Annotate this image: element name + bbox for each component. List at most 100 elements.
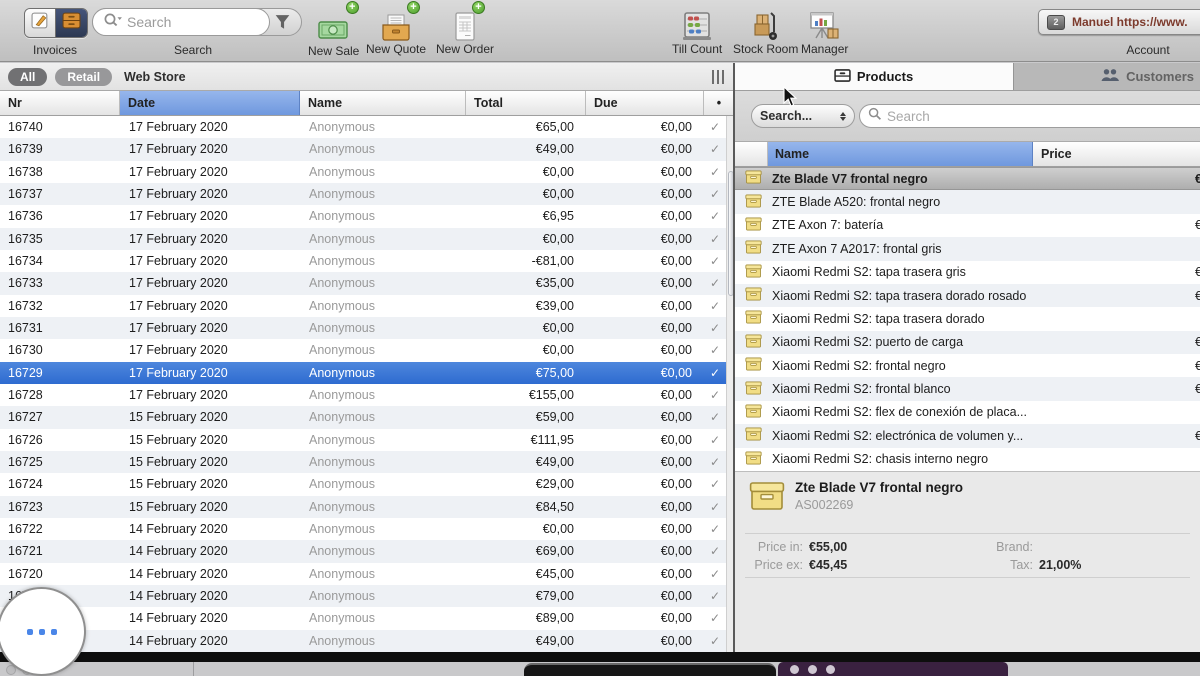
column-options-icon[interactable] — [712, 70, 726, 84]
invoice-due: €0,00 — [586, 366, 704, 380]
filter-funnel-icon[interactable] — [272, 12, 293, 38]
invoice-due: €0,00 — [586, 299, 704, 313]
invoice-table-row[interactable]: 16740 17 February 2020 Anonymous €65,00 … — [0, 116, 734, 138]
product-list-item[interactable]: Xiaomi Redmi S2: electrónica de volumen … — [735, 424, 1200, 447]
stock-room-button[interactable]: Stock Room — [733, 4, 798, 56]
invoice-table-row[interactable]: 16732 17 February 2020 Anonymous €39,00 … — [0, 295, 734, 317]
tab-customers[interactable]: Customers — [1013, 63, 1200, 90]
new-order-button[interactable]: + New Order — [436, 4, 494, 56]
invoice-table-row[interactable]: 16723 15 February 2020 Anonymous €84,50 … — [0, 496, 734, 518]
column-header-total[interactable]: Total — [466, 91, 586, 115]
invoice-table-row[interactable]: 16717 14 February 2020 Anonymous €49,00 … — [0, 630, 734, 652]
invoice-archive-button[interactable] — [56, 9, 87, 37]
product-price-clipped: € — [1195, 289, 1200, 303]
invoice-table-row[interactable]: 16735 17 February 2020 Anonymous €0,00 €… — [0, 228, 734, 250]
filter-tab-all[interactable]: All — [8, 68, 47, 86]
plus-badge-icon: + — [346, 1, 359, 14]
product-box-icon — [745, 334, 762, 351]
product-search-input[interactable]: Search — [859, 104, 1200, 128]
column-header-paid[interactable]: • — [704, 91, 734, 115]
filter-tab-web-store[interactable]: Web Store — [124, 70, 186, 84]
product-list-item[interactable]: Xiaomi Redmi S2: frontal blanco € — [735, 377, 1200, 400]
invoice-table-row[interactable]: 16720 14 February 2020 Anonymous €45,00 … — [0, 563, 734, 585]
product-list-item[interactable]: ZTE Axon 7 A2017: frontal gris — [735, 237, 1200, 260]
product-list-item[interactable]: ZTE Blade A520: frontal negro — [735, 190, 1200, 213]
invoice-table-row[interactable]: 16719 14 February 2020 Anonymous €79,00 … — [0, 585, 734, 607]
invoice-table-row[interactable]: 16729 17 February 2020 Anonymous €75,00 … — [0, 362, 734, 384]
magnifier-dropdown-icon[interactable] — [103, 12, 123, 32]
edit-invoice-button[interactable] — [25, 9, 56, 37]
invoice-due: €0,00 — [586, 321, 704, 335]
product-list-item[interactable]: Xiaomi Redmi S2: flex de conexión de pla… — [735, 401, 1200, 424]
invoice-due: €0,00 — [586, 410, 704, 424]
invoice-date: 14 February 2020 — [120, 567, 300, 581]
right-panel-tab-bar: Products Customers — [734, 63, 1200, 91]
search-placeholder: Search — [127, 14, 171, 30]
invoice-customer: Anonymous — [300, 232, 466, 246]
price-ex-label: Price ex: — [745, 558, 803, 572]
till-count-label: Till Count — [672, 42, 722, 56]
brand-label: Brand: — [928, 540, 1033, 554]
invoice-table-row[interactable]: 16731 17 February 2020 Anonymous €0,00 €… — [0, 317, 734, 339]
invoice-number: 16736 — [0, 209, 120, 223]
account-button[interactable]: 2 Manuel https://www. — [1038, 9, 1200, 35]
product-name: Xiaomi Redmi S2: flex de conexión de pla… — [772, 405, 1027, 419]
paid-check-icon: ✓ — [704, 254, 726, 268]
divider — [745, 577, 1190, 578]
product-list-item[interactable]: Xiaomi Redmi S2: puerto de carga € — [735, 331, 1200, 354]
invoice-table-row[interactable]: 16722 14 February 2020 Anonymous €0,00 €… — [0, 518, 734, 540]
invoice-table-row[interactable]: 16725 15 February 2020 Anonymous €49,00 … — [0, 451, 734, 473]
product-list-item[interactable]: Xiaomi Redmi S2: tapa trasera dorado ros… — [735, 284, 1200, 307]
invoice-table-row[interactable]: 16724 15 February 2020 Anonymous €29,00 … — [0, 473, 734, 495]
invoices-view-segmented-control — [24, 8, 88, 38]
search-scope-dropdown[interactable]: Search... — [751, 104, 855, 128]
invoice-table-row[interactable]: 16726 15 February 2020 Anonymous €111,95… — [0, 429, 734, 451]
invoice-table-row[interactable]: 16727 15 February 2020 Anonymous €59,00 … — [0, 406, 734, 428]
product-list-item[interactable]: Xiaomi Redmi S2: frontal negro € — [735, 354, 1200, 377]
invoice-table-row[interactable]: 16739 17 February 2020 Anonymous €49,00 … — [0, 138, 734, 160]
invoice-table-row[interactable]: 16736 17 February 2020 Anonymous €6,95 €… — [0, 205, 734, 227]
paid-check-icon: ✓ — [704, 410, 726, 424]
search-input[interactable]: Search — [92, 8, 270, 36]
invoice-customer: Anonymous — [300, 120, 466, 134]
account-button-text: Manuel https://www. — [1072, 15, 1188, 29]
column-header-product-name[interactable]: Name — [768, 142, 1033, 166]
column-header-icon[interactable] — [735, 142, 768, 166]
invoice-date: 17 February 2020 — [120, 254, 300, 268]
column-header-nr[interactable]: Nr — [0, 91, 120, 115]
product-list-item[interactable]: Zte Blade V7 frontal negro € — [735, 167, 1200, 190]
invoice-table-row[interactable]: 16734 17 February 2020 Anonymous -€81,00… — [0, 250, 734, 272]
invoice-table-row[interactable]: 16737 17 February 2020 Anonymous €0,00 €… — [0, 183, 734, 205]
more-options-overlay[interactable] — [0, 587, 86, 676]
product-box-icon — [745, 381, 762, 398]
invoice-number: 16739 — [0, 142, 120, 156]
invoice-total: €59,00 — [466, 410, 586, 424]
column-header-price[interactable]: Price — [1033, 142, 1200, 166]
paid-check-icon: ✓ — [704, 544, 726, 558]
product-list-item[interactable]: ZTE Axon 7: batería € — [735, 214, 1200, 237]
filter-tab-retail[interactable]: Retail — [55, 68, 112, 86]
product-list-item[interactable]: Xiaomi Redmi S2: tapa trasera dorado — [735, 307, 1200, 330]
pane-divider[interactable] — [733, 63, 735, 652]
stepper-arrows-icon — [840, 112, 846, 121]
column-header-date[interactable]: Date — [120, 91, 300, 115]
invoice-due: €0,00 — [586, 388, 704, 402]
invoice-table-row[interactable]: 16730 17 February 2020 Anonymous €0,00 €… — [0, 339, 734, 361]
product-list-item[interactable]: Xiaomi Redmi S2: tapa trasera gris € — [735, 261, 1200, 284]
new-quote-button[interactable]: + New Quote — [366, 4, 426, 56]
column-header-name[interactable]: Name — [300, 91, 466, 115]
tab-products[interactable]: Products — [734, 63, 1013, 90]
invoice-table-row[interactable]: 16718 14 February 2020 Anonymous €89,00 … — [0, 607, 734, 629]
manager-button[interactable]: Manager — [801, 4, 848, 56]
product-box-icon-large — [749, 480, 785, 517]
till-count-button[interactable]: Till Count — [672, 4, 722, 56]
invoice-date: 17 February 2020 — [120, 209, 300, 223]
column-header-due[interactable]: Due — [586, 91, 704, 115]
invoice-table-row[interactable]: 16728 17 February 2020 Anonymous €155,00… — [0, 384, 734, 406]
invoice-table-row[interactable]: 16738 17 February 2020 Anonymous €0,00 €… — [0, 161, 734, 183]
invoice-table-row[interactable]: 16721 14 February 2020 Anonymous €69,00 … — [0, 540, 734, 562]
invoice-total: €69,00 — [466, 544, 586, 558]
new-sale-button[interactable]: + New Sale — [308, 4, 359, 58]
invoice-table-row[interactable]: 16733 17 February 2020 Anonymous €35,00 … — [0, 272, 734, 294]
product-list-item[interactable]: Xiaomi Redmi S2: chasis interno negro — [735, 448, 1200, 471]
